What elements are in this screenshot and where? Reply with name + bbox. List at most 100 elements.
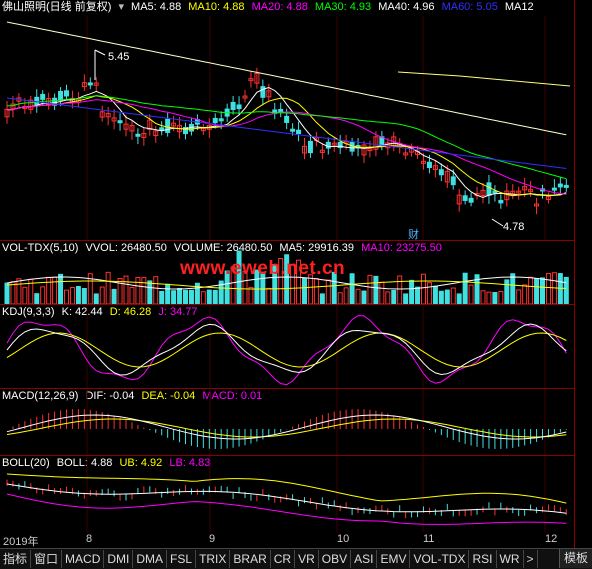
tab-vol-tdx[interactable]: VOL-TDX (410, 550, 470, 568)
indicator-tab-bar: 指标 窗口 MACD DMI DMA FSL TRIX BRAR CR VR OBV ASI EMV VO… (0, 548, 592, 569)
kdj-chart[interactable] (0, 305, 574, 388)
volume-bar (516, 289, 522, 304)
candle-body (468, 197, 474, 203)
volume-bar (528, 276, 534, 304)
macd-dea-line (6, 418, 567, 438)
volume-bar (450, 287, 456, 304)
volume-bar (325, 279, 331, 304)
tab-dma[interactable]: DMA (133, 550, 168, 568)
volume-bar (99, 286, 105, 304)
volume-bar (171, 290, 177, 304)
kdj-k-line (6, 323, 567, 376)
volume-bar (421, 273, 426, 304)
candle-body (492, 190, 498, 194)
volume-bar (183, 289, 188, 304)
tab-brar[interactable]: BRAR (230, 550, 271, 568)
high-price-label: 5.45 (108, 51, 129, 63)
candle-body (40, 93, 46, 100)
tab-obv[interactable]: OBV (319, 550, 352, 568)
tab-fsl[interactable]: FSL (167, 550, 197, 568)
price-panel[interactable]: 佛山照明(日线 前复权) ▾ MA5: 4.88 MA10: 4.88 MA20… (0, 0, 574, 241)
tab-more[interactable]: > (524, 550, 538, 568)
volume-bar (343, 287, 349, 304)
candle-body (165, 118, 171, 133)
volume-bar (367, 274, 373, 304)
candle-body (349, 141, 355, 152)
candle-body (450, 176, 456, 186)
candle-body (284, 115, 290, 123)
candle-body (557, 183, 563, 188)
candle-body (260, 86, 266, 98)
volume-bar (540, 277, 545, 304)
cai-marker[interactable]: 财 (408, 226, 419, 242)
candle-body (563, 184, 569, 188)
low-price-label: 4.78 (503, 221, 524, 233)
candle-body (307, 140, 313, 154)
ma5-line (6, 86, 567, 199)
price-chart[interactable]: 5.45 4.78 (0, 0, 574, 240)
volume-bar (58, 273, 64, 304)
tab-窗口[interactable]: 窗口 (31, 550, 63, 568)
volume-bar (93, 293, 99, 304)
right-border (574, 0, 575, 548)
volume-bar (69, 286, 75, 304)
tab-rsi[interactable]: RSI (469, 550, 497, 568)
candle-body (34, 96, 40, 106)
volume-bar (64, 289, 69, 304)
candle-body (426, 161, 432, 169)
volume-bar (147, 280, 153, 304)
tab-指标[interactable]: 指标 (0, 550, 32, 568)
volume-bar (373, 275, 379, 304)
volume-bar (492, 291, 498, 304)
template-button[interactable]: 模板 (558, 549, 592, 568)
candle-body (64, 90, 69, 97)
volume-bar (313, 277, 319, 304)
watermark-text: www.eweb.net.cn (180, 258, 346, 279)
tab-wr[interactable]: WR (497, 550, 524, 568)
axis-month-9: 9 (209, 533, 216, 545)
volume-bar (266, 287, 272, 304)
axis-month-12: 12 (545, 533, 558, 545)
volume-bar (111, 288, 117, 304)
candle-body (117, 120, 123, 124)
volume-bar (123, 275, 129, 304)
volume-bar (545, 273, 551, 304)
volume-bar (534, 278, 540, 304)
tab-trix[interactable]: TRIX (196, 550, 231, 568)
tab-vr[interactable]: VR (295, 550, 319, 568)
candle-body (135, 133, 141, 137)
tab-asi[interactable]: ASI (351, 550, 378, 568)
candle-body (486, 182, 492, 196)
volume-bar (379, 281, 385, 304)
volume-bar (415, 286, 421, 304)
volume-bar (4, 282, 10, 304)
volume-bar (206, 289, 212, 304)
volume-bar (188, 289, 194, 304)
candle-body (218, 118, 224, 122)
volume-bar (522, 284, 528, 304)
volume-bar (361, 290, 367, 304)
boll-panel[interactable]: BOLL(20) BOLL: 4.88 UB: 4.92 LB: 4.83 (0, 456, 574, 532)
volume-bar (135, 276, 141, 304)
candle-body (462, 195, 468, 201)
volume-bar (510, 273, 516, 304)
tab-dmi[interactable]: DMI (104, 550, 134, 568)
volume-bar (153, 276, 159, 304)
macd-panel[interactable]: MACD(12,26,9) DIF: -0.04 DEA: -0.04 MACD… (0, 389, 574, 456)
volume-bar (105, 271, 111, 304)
volume-bar (504, 279, 510, 304)
volume-bar (319, 293, 325, 304)
tab-macd[interactable]: MACD (62, 550, 105, 568)
tab-cr[interactable]: CR (271, 550, 296, 568)
volume-bar (141, 277, 147, 304)
kdj-panel[interactable]: KDJ(9,3,3) K: 42.44 D: 46.28 J: 34.77 (0, 305, 574, 389)
volume-bar (81, 288, 87, 304)
macd-chart[interactable] (0, 389, 574, 455)
ma60-line (6, 97, 567, 169)
volume-bar (403, 293, 409, 304)
volume-bar (426, 282, 432, 304)
volume-bar (22, 286, 28, 304)
tab-emv[interactable]: EMV (377, 550, 411, 568)
volume-bar (563, 276, 569, 304)
boll-chart[interactable] (0, 456, 574, 532)
